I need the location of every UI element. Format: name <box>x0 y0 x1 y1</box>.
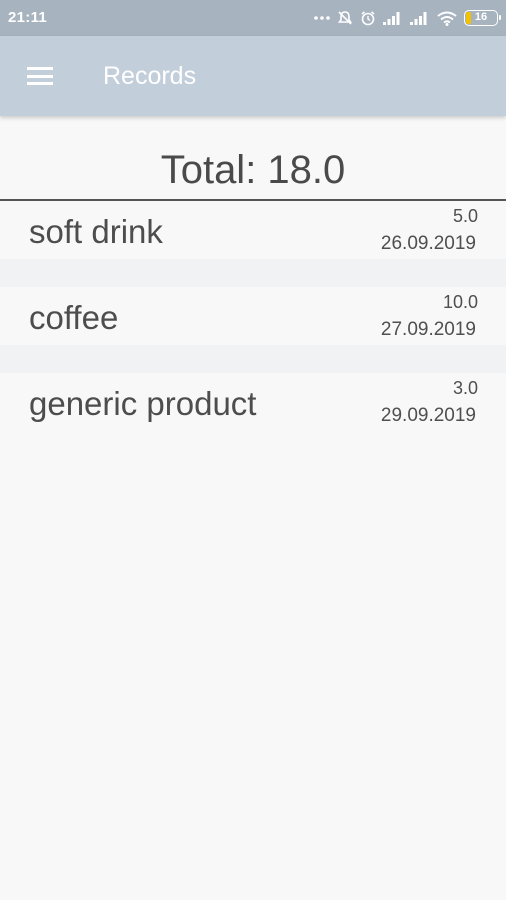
signal-icon <box>410 11 430 25</box>
record-item[interactable]: generic product 3.0 29.09.2019 <box>0 373 506 431</box>
records-list: soft drink 5.0 26.09.2019 coffee 10.0 27… <box>0 201 506 431</box>
list-divider <box>0 259 506 287</box>
status-icons: 16 <box>314 7 501 29</box>
record-amount: 10.0 <box>442 292 478 312</box>
app-bar: Records <box>0 36 506 116</box>
more-dots-icon <box>314 15 330 21</box>
battery-icon: 16 <box>464 10 501 26</box>
record-date: 27.09.2019 <box>380 319 476 340</box>
status-time: 21:11 <box>8 9 48 26</box>
record-name: coffee <box>29 299 119 336</box>
record-name: generic product <box>29 385 257 422</box>
total-label: Total: 18.0 <box>160 148 346 192</box>
list-divider <box>0 345 506 373</box>
hamburger-menu-icon <box>27 67 53 85</box>
record-name: soft drink <box>29 213 163 250</box>
signal-icon <box>383 11 403 25</box>
record-date: 26.09.2019 <box>380 233 476 254</box>
record-item[interactable]: soft drink 5.0 26.09.2019 <box>0 201 506 259</box>
record-item[interactable]: coffee 10.0 27.09.2019 <box>0 287 506 345</box>
record-amount: 5.0 <box>452 206 478 226</box>
battery-level-text: 16 <box>474 11 488 23</box>
record-date: 29.09.2019 <box>380 405 476 426</box>
status-bar: 21:11 16 <box>0 0 506 36</box>
wifi-icon <box>437 11 457 26</box>
alarm-icon <box>360 10 376 26</box>
menu-button[interactable] <box>14 54 66 98</box>
record-amount: 3.0 <box>452 378 478 398</box>
mute-icon <box>337 10 353 26</box>
page-title: Records <box>103 62 197 90</box>
